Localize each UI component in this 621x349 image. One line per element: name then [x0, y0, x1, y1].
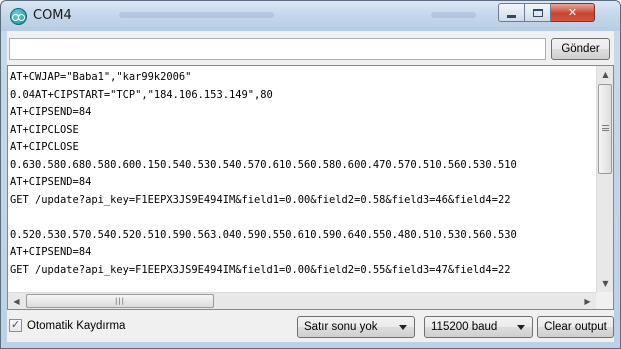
baud-rate-select[interactable]: 115200 baud [424, 316, 533, 338]
scroll-right-icon[interactable]: ▶ [579, 293, 596, 309]
autoscroll-toggle[interactable]: ✓ Otomatik Kaydırma [9, 319, 125, 332]
serial-output-text: AT+CWJAP="Baba1","kar99k2006" 0.04AT+CIPS… [10, 69, 600, 290]
serial-line: AT+CIPCLOSE [10, 141, 79, 153]
serial-line: 0.520.530.570.540.520.510.590.563.040.59… [10, 228, 517, 241]
blurred-title-text [119, 12, 274, 18]
chevron-down-icon [399, 325, 407, 330]
scroll-left-icon[interactable]: ◀ [8, 293, 25, 309]
autoscroll-checkbox[interactable]: ✓ [9, 319, 22, 332]
title-bar[interactable]: COM4 ✕ [1, 1, 620, 31]
send-button[interactable]: Gönder [551, 38, 610, 60]
scroll-corner [596, 292, 613, 309]
checkmark-icon: ✓ [10, 319, 21, 331]
maximize-button[interactable] [525, 3, 551, 22]
minimize-icon [507, 14, 516, 18]
serial-line: AT+CIPSEND=84 [10, 106, 92, 118]
close-button[interactable]: ✕ [551, 3, 595, 22]
window-title: COM4 [33, 8, 72, 23]
minimize-button[interactable] [498, 3, 525, 22]
serial-line: AT+CIPSEND=84 [10, 246, 92, 258]
baud-rate-value: 115200 baud [431, 321, 498, 333]
serial-monitor-window: COM4 ✕ Gönder AT+CWJAP="Baba1","kar99k20… [0, 0, 621, 349]
arduino-icon [10, 8, 27, 25]
serial-line: AT+CWJAP="Baba1","kar99k2006" [10, 71, 192, 83]
serial-line: GET /update?api_key=F1EEPX3JS9E494IM&fie… [10, 263, 511, 276]
bottom-bar: ✓ Otomatik Kaydırma Satır sonu yok 11520… [7, 314, 614, 340]
serial-output-area[interactable]: AT+CWJAP="Baba1","kar99k2006" 0.04AT+CIPS… [7, 65, 614, 310]
vertical-scrollbar[interactable]: ▲ ▼ [596, 66, 613, 292]
horizontal-scroll-thumb[interactable]: ||| [26, 294, 214, 308]
scroll-down-icon[interactable]: ▼ [597, 275, 614, 292]
serial-line: 0.04AT+CIPSTART="TCP","184.106.153.149",… [10, 88, 273, 101]
serial-line: AT+CIPSEND=84 [10, 176, 92, 188]
close-icon: ✕ [567, 6, 578, 19]
serial-line: 0.630.580.680.580.600.150.540.530.540.57… [10, 158, 517, 171]
autoscroll-label: Otomatik Kaydırma [27, 319, 126, 332]
chevron-down-icon [517, 325, 525, 330]
serial-line: AT+CIPCLOSE [10, 123, 79, 136]
blurred-title-text [431, 12, 476, 18]
send-input[interactable] [9, 38, 546, 60]
serial-line: GET /update?api_key=F1EEPX3JS9E494IM&fie… [10, 193, 511, 206]
serial-line [10, 209, 600, 227]
grip-icon [602, 125, 609, 131]
line-ending-select[interactable]: Satır sonu yok [297, 316, 415, 338]
horizontal-scrollbar[interactable]: ◀ ||| ▶ [8, 292, 596, 309]
vertical-scroll-thumb[interactable] [598, 84, 612, 174]
clear-output-button[interactable]: Clear output [537, 316, 614, 338]
line-ending-value: Satır sonu yok [304, 321, 378, 333]
maximize-icon [532, 8, 543, 17]
serial-monitor-content: Gönder AT+CWJAP="Baba1","kar99k2006" 0.04… [7, 31, 614, 342]
scroll-up-icon[interactable]: ▲ [597, 66, 614, 83]
